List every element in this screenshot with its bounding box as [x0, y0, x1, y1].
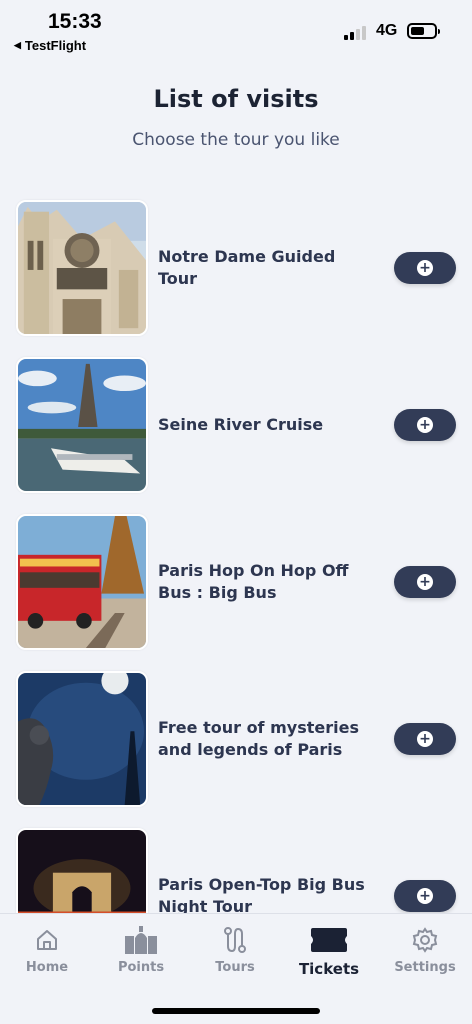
network-type: 4G [376, 22, 398, 39]
add-tour-button[interactable]: + [394, 566, 456, 598]
tab-label: Settings [394, 960, 456, 975]
battery-icon [407, 23, 440, 39]
clock: 15:33 [48, 10, 102, 33]
gear-icon [378, 924, 472, 956]
ticket-icon [282, 924, 376, 956]
add-tour-button[interactable]: + [394, 880, 456, 912]
status-bar: 15:33 ◀ TestFlight 4G [0, 0, 472, 60]
tour-item[interactable]: Seine River Cruise + [0, 355, 472, 495]
tour-name: Paris Hop On Hop Off Bus : Big Bus [158, 561, 349, 602]
plus-circle-icon: + [417, 731, 433, 747]
home-icon [0, 924, 94, 956]
back-to-app-link[interactable]: ◀ TestFlight [14, 38, 86, 53]
tour-thumbnail [16, 200, 148, 336]
add-tour-button[interactable]: + [394, 252, 456, 284]
tour-item[interactable]: Free tour of mysteries and legends of Pa… [0, 669, 472, 809]
add-tour-button[interactable]: + [394, 409, 456, 441]
plus-circle-icon: + [417, 574, 433, 590]
tab-label: Tickets [298, 960, 360, 978]
tour-list[interactable]: Notre Dame Guided Tour + Seine River Cru… [0, 195, 472, 913]
tour-name: Notre Dame Guided Tour [158, 247, 336, 288]
monument-icon [94, 924, 188, 956]
tab-tours[interactable]: Tours [188, 924, 282, 975]
tour-name: Seine River Cruise [158, 415, 324, 434]
tour-thumbnail [16, 828, 148, 913]
back-app-label: TestFlight [24, 38, 87, 53]
tour-item[interactable]: Paris Open-Top Big Bus Night Tour + [0, 826, 472, 913]
add-tour-button[interactable]: + [394, 723, 456, 755]
tour-item[interactable]: Notre Dame Guided Tour + [0, 198, 472, 338]
tour-thumbnail [16, 357, 148, 493]
home-indicator[interactable] [152, 1008, 320, 1014]
signal-icon [344, 24, 366, 40]
tab-label: Points [117, 960, 165, 975]
tour-thumbnail [16, 514, 148, 650]
tab-points[interactable]: Points [94, 924, 188, 975]
route-icon [188, 924, 282, 956]
page-title: List of visits [153, 85, 319, 113]
tab-tickets[interactable]: Tickets [282, 924, 376, 978]
tab-label: Tours [215, 960, 255, 975]
tour-name: Paris Open-Top Big Bus Night Tour [158, 875, 365, 913]
tour-item[interactable]: Paris Hop On Hop Off Bus : Big Bus + [0, 512, 472, 652]
tour-thumbnail [16, 671, 148, 807]
plus-circle-icon: + [417, 888, 433, 904]
back-triangle-icon: ◀ [14, 40, 21, 50]
tab-settings[interactable]: Settings [378, 924, 472, 975]
tab-label: Home [25, 960, 69, 975]
tab-home[interactable]: Home [0, 924, 94, 975]
plus-circle-icon: + [417, 260, 433, 276]
tour-name: Free tour of mysteries and legends of Pa… [158, 718, 359, 759]
page-subtitle: Choose the tour you like [132, 130, 340, 150]
plus-circle-icon: + [417, 417, 433, 433]
